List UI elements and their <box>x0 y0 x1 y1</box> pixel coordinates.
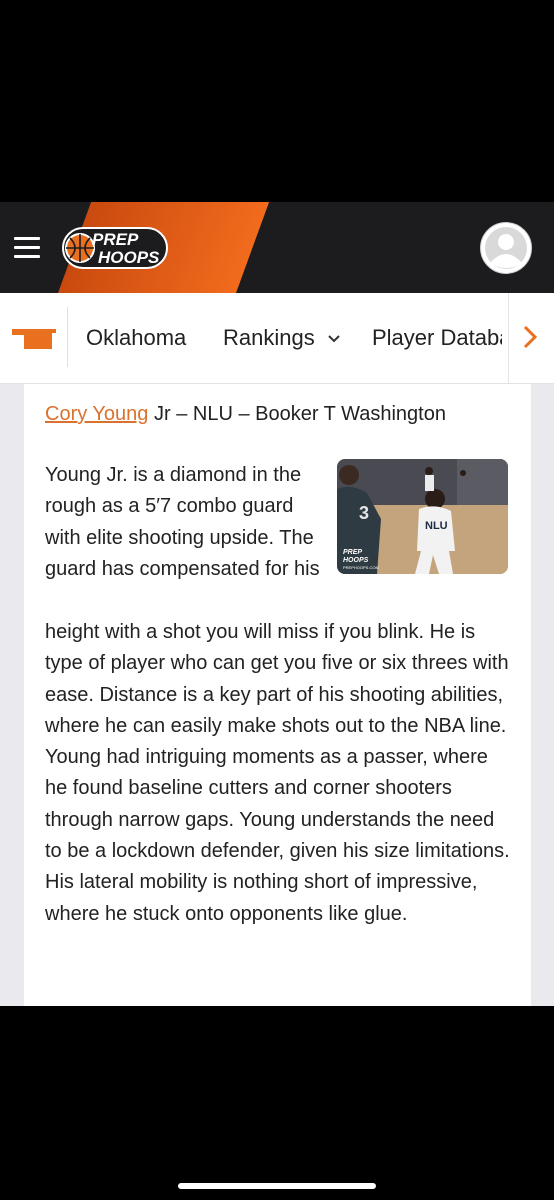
svg-text:PREP: PREP <box>92 230 139 249</box>
player-name-link[interactable]: Cory Young <box>45 403 148 425</box>
chevron-right-icon[interactable] <box>522 322 538 352</box>
svg-text:HOOPS: HOOPS <box>343 557 369 564</box>
nav-item-rankings[interactable]: Rankings <box>223 325 341 351</box>
svg-text:NLU: NLU <box>425 520 448 532</box>
svg-text:PREP: PREP <box>343 549 362 556</box>
nav-item-oklahoma[interactable]: Oklahoma <box>86 325 186 351</box>
player-photo[interactable]: 3 NLU PREP HOOPS PREPHOOPS.COM <box>337 459 508 574</box>
player-headline: Cory Young Jr – NLU – Booker T Washingto… <box>45 403 446 426</box>
article-text-part1: Young Jr. is a diamond in the rough as a… <box>45 464 320 580</box>
svg-text:PREPHOOPS.COM: PREPHOOPS.COM <box>343 565 379 570</box>
player-photo-image: 3 NLU PREP HOOPS PREPHOOPS.COM <box>337 459 508 574</box>
nav-divider <box>67 307 68 367</box>
menu-icon[interactable] <box>14 237 40 259</box>
user-avatar[interactable] <box>480 222 532 274</box>
home-indicator[interactable] <box>178 1183 376 1189</box>
prep-hoops-logo[interactable]: PREP HOOPS <box>62 223 170 273</box>
svg-text:3: 3 <box>359 503 369 523</box>
svg-text:HOOPS: HOOPS <box>98 248 160 267</box>
nav-item-player-database-label: Player Database <box>372 325 502 350</box>
player-info: Jr – NLU – Booker T Washington <box>148 403 446 425</box>
chevron-down-icon <box>328 335 340 343</box>
article-text-part2: height with a shot you will miss if you … <box>45 621 510 925</box>
nav-item-player-database[interactable]: Player Database <box>372 318 502 358</box>
oklahoma-state-icon[interactable] <box>12 329 56 349</box>
nav-item-rankings-label: Rankings <box>223 325 315 350</box>
